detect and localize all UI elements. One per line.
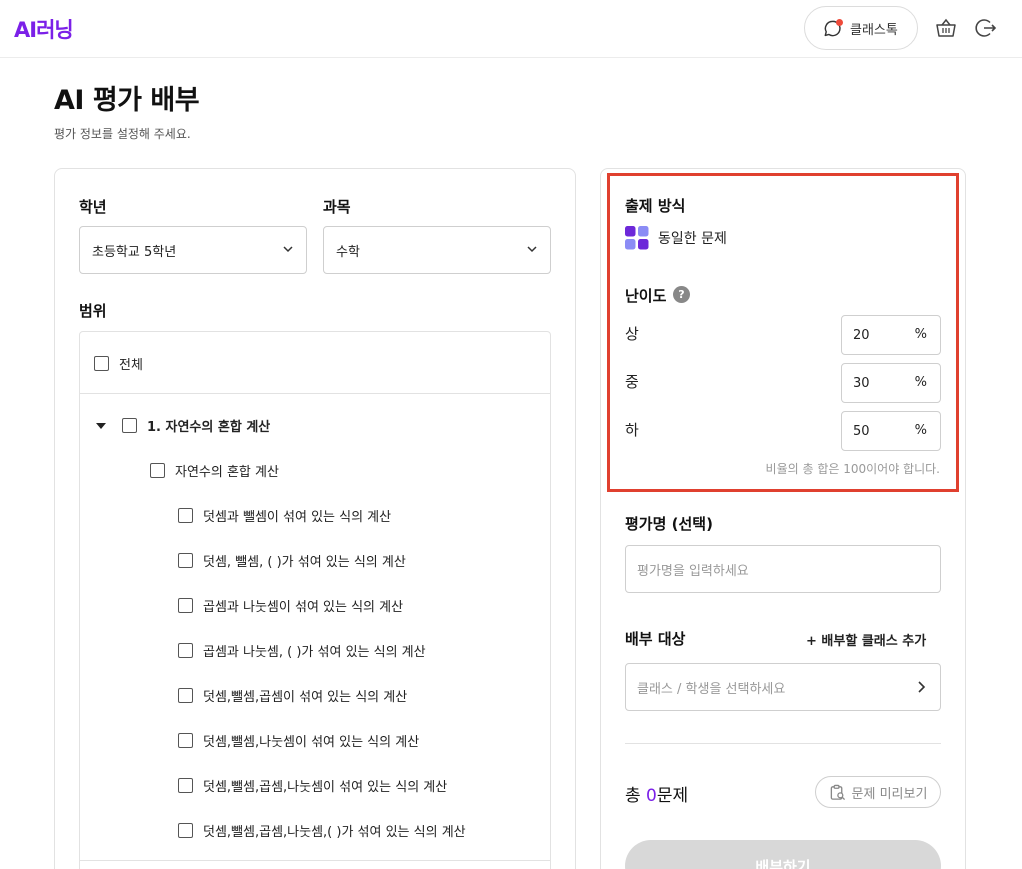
eval-name-placeholder: 평가명을 입력하세요 xyxy=(637,563,749,579)
unit-label: 1. 자연수의 혼합 계산 xyxy=(147,420,271,435)
percent-unit: % xyxy=(914,423,927,438)
topic-checkbox[interactable] xyxy=(178,733,193,748)
topic-label: 덧셈,뺄셈,곱셈,나눗셈,( )가 섞여 있는 식의 계산 xyxy=(203,825,466,840)
classtalk-button[interactable]: 클래스톡 xyxy=(804,6,918,50)
range-settings-card: 학년 초등학교 5학년 과목 수학 범위 전체 1. 자연수의 혼합 계산 자연… xyxy=(54,168,576,869)
sub-unit-label: 자연수의 혼합 계산 xyxy=(175,465,279,480)
grade-value: 초등학교 5학년 xyxy=(92,244,177,260)
total-questions: 총 0문제 xyxy=(625,781,688,806)
topic-label: 덧셈,뺄셈,곱셈이 섞여 있는 식의 계산 xyxy=(203,690,408,705)
topic-label: 덧셈, 뺄셈, ( )가 섞여 있는 식의 계산 xyxy=(203,555,406,570)
eval-name-label: 평가명 (선택) xyxy=(625,515,713,533)
topic-row[interactable]: 덧셈, 뺄셈, ( )가 섞여 있는 식의 계산 xyxy=(178,551,406,570)
page-subtitle: 평가 정보를 설정해 주세요. xyxy=(54,127,191,141)
help-icon[interactable]: ? xyxy=(673,286,690,303)
ratio-note: 비율의 총 합은 100이어야 합니다. xyxy=(765,462,940,476)
difficulty-high-input[interactable]: 20 % xyxy=(841,315,941,355)
caret-down-icon[interactable] xyxy=(96,422,106,429)
range-tree: 전체 1. 자연수의 혼합 계산 자연수의 혼합 계산 덧셈과 뺄셈이 섞여 있… xyxy=(79,331,551,869)
chevron-down-icon xyxy=(282,243,294,259)
topic-row[interactable]: 덧셈,뺄셈,곱셈,나눗셈이 섞여 있는 식의 계산 xyxy=(178,776,447,795)
method-label: 출제 방식 xyxy=(625,197,686,215)
difficulty-low-value: 50 xyxy=(853,423,870,439)
total-prefix: 총 xyxy=(625,786,647,806)
grid-icon xyxy=(625,226,649,250)
topic-row[interactable]: 덧셈,뺄셈,나눗셈이 섞여 있는 식의 계산 xyxy=(178,731,419,750)
page-title: AI 평가 배부 xyxy=(54,85,200,116)
difficulty-mid-label: 중 xyxy=(625,373,639,391)
notification-dot xyxy=(836,19,843,26)
target-select[interactable]: 클래스 / 학생을 선택하세요 xyxy=(625,663,941,711)
difficulty-mid-value: 30 xyxy=(853,375,870,391)
percent-unit: % xyxy=(914,327,927,342)
preview-button[interactable]: 문제 미리보기 xyxy=(815,776,941,808)
topic-row[interactable]: 덧셈,뺄셈,곱셈,나눗셈,( )가 섞여 있는 식의 계산 xyxy=(178,821,466,840)
topic-row[interactable]: 덧셈과 뺄셈이 섞여 있는 식의 계산 xyxy=(178,506,391,525)
topic-label: 덧셈,뺄셈,곱셈,나눗셈이 섞여 있는 식의 계산 xyxy=(203,780,448,795)
logout-icon[interactable] xyxy=(975,17,997,39)
topic-row[interactable]: 덧셈,뺄셈,곱셈이 섞여 있는 식의 계산 xyxy=(178,686,407,705)
subject-select[interactable]: 수학 xyxy=(323,226,551,274)
chevron-right-icon xyxy=(916,681,926,693)
topic-label: 덧셈과 뺄셈이 섞여 있는 식의 계산 xyxy=(203,510,392,525)
total-suffix: 문제 xyxy=(656,786,689,806)
topic-checkbox[interactable] xyxy=(178,778,193,793)
all-checkbox[interactable] xyxy=(94,356,109,371)
app-logo[interactable]: AI러닝 xyxy=(14,14,74,44)
subject-value: 수학 xyxy=(336,244,360,260)
difficulty-high-label: 상 xyxy=(625,325,639,343)
difficulty-label: 난이도 xyxy=(625,287,667,305)
target-label: 배부 대상 xyxy=(625,630,686,648)
divider xyxy=(80,860,550,861)
top-bar: AI러닝 클래스톡 xyxy=(0,0,1022,58)
basket-icon[interactable] xyxy=(935,17,957,39)
all-label: 전체 xyxy=(119,358,143,373)
method-value: 동일한 문제 xyxy=(658,231,727,247)
difficulty-low-input[interactable]: 50 % xyxy=(841,411,941,451)
difficulty-low-label: 하 xyxy=(625,421,639,439)
add-class-button[interactable]: + 배부할 클래스 추가 xyxy=(806,630,926,649)
topic-row[interactable]: 곱셈과 나눗셈이 섞여 있는 식의 계산 xyxy=(178,596,403,615)
grade-select[interactable]: 초등학교 5학년 xyxy=(79,226,307,274)
divider xyxy=(80,393,550,394)
preview-label: 문제 미리보기 xyxy=(851,786,928,802)
eval-name-input[interactable]: 평가명을 입력하세요 xyxy=(625,545,941,593)
topic-checkbox[interactable] xyxy=(178,823,193,838)
topic-checkbox[interactable] xyxy=(178,598,193,613)
sub-unit-row[interactable]: 자연수의 혼합 계산 xyxy=(150,461,279,480)
topic-label: 곱셈과 나눗셈, ( )가 섞여 있는 식의 계산 xyxy=(203,645,426,660)
unit-row[interactable]: 1. 자연수의 혼합 계산 xyxy=(96,416,270,435)
target-placeholder: 클래스 / 학생을 선택하세요 xyxy=(637,681,786,697)
method-option[interactable]: 동일한 문제 xyxy=(625,226,727,250)
chevron-down-icon xyxy=(526,243,538,259)
difficulty-high-value: 20 xyxy=(853,327,870,343)
sub-unit-checkbox[interactable] xyxy=(150,463,165,478)
topic-checkbox[interactable] xyxy=(178,553,193,568)
subject-label: 과목 xyxy=(323,198,351,216)
total-count: 0 xyxy=(646,786,657,806)
clipboard-search-icon xyxy=(829,784,846,801)
topic-checkbox[interactable] xyxy=(178,508,193,523)
grade-label: 학년 xyxy=(79,198,107,216)
percent-unit: % xyxy=(914,375,927,390)
deploy-button[interactable]: 배부하기 xyxy=(625,840,941,869)
range-all-row[interactable]: 전체 xyxy=(94,354,143,373)
divider xyxy=(625,743,941,744)
topic-row[interactable]: 곱셈과 나눗셈, ( )가 섞여 있는 식의 계산 xyxy=(178,641,426,660)
unit-checkbox[interactable] xyxy=(122,418,137,433)
topic-checkbox[interactable] xyxy=(178,643,193,658)
range-label: 범위 xyxy=(79,302,107,320)
topic-label: 덧셈,뺄셈,나눗셈이 섞여 있는 식의 계산 xyxy=(203,735,420,750)
difficulty-mid-input[interactable]: 30 % xyxy=(841,363,941,403)
topic-label: 곱셈과 나눗셈이 섞여 있는 식의 계산 xyxy=(203,600,404,615)
classtalk-label: 클래스톡 xyxy=(850,22,898,38)
topic-checkbox[interactable] xyxy=(178,688,193,703)
